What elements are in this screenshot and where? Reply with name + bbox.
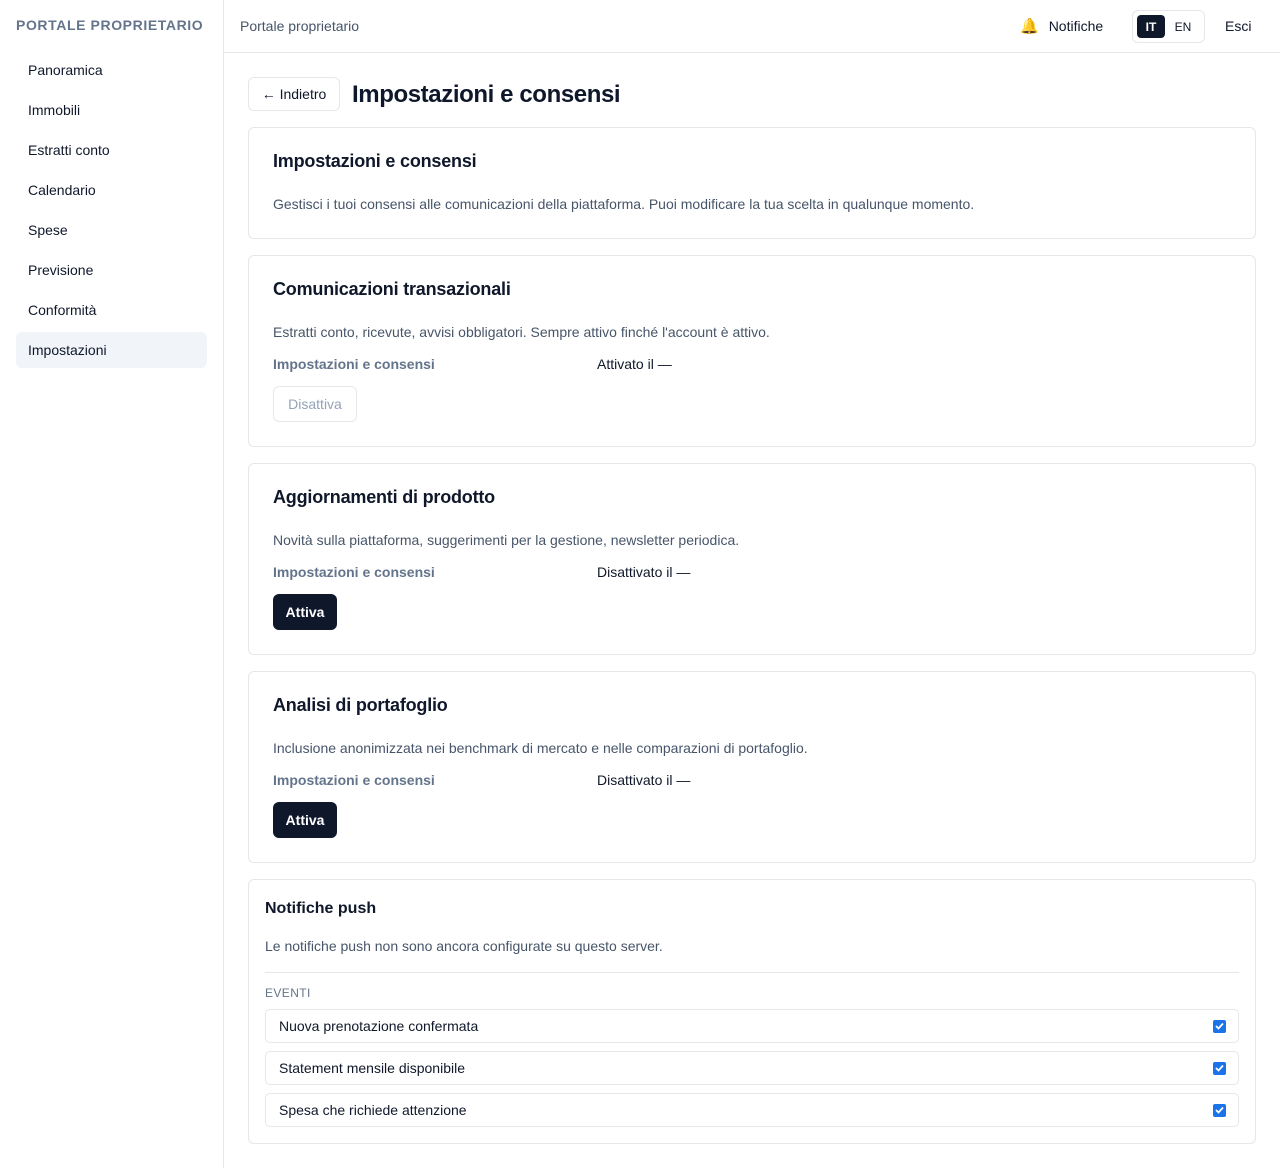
top-header: Portale proprietario 🔔 Notifiche IT EN E… [224,0,1280,53]
sidebar-item-calendario[interactable]: Calendario [16,172,207,208]
events-label: EVENTI [265,986,311,1000]
consent-card-transactional: Comunicazioni transazionali Estratti con… [248,255,1256,447]
consent-row-label: Impostazioni e consensi [273,564,435,580]
language-it-button[interactable]: IT [1137,15,1165,38]
sidebar-item-conformita[interactable]: Conformità [16,292,207,328]
language-en-button[interactable]: EN [1169,15,1197,38]
event-checkbox[interactable] [1213,1019,1226,1033]
activate-button[interactable]: Attiva [273,802,337,838]
sidebar-item-previsione[interactable]: Previsione [16,252,207,288]
check-icon [1215,1022,1224,1030]
event-checkbox[interactable] [1213,1103,1226,1117]
deactivate-button[interactable]: Disattiva [273,386,357,422]
sidebar-item-spese[interactable]: Spese [16,212,207,248]
notifications-label: Notifiche [1048,18,1104,34]
sidebar-item-immobili[interactable]: Immobili [16,92,207,128]
intro-card: Impostazioni e consensi Gestisci i tuoi … [248,127,1256,239]
consent-title: Aggiornamenti di prodotto [273,487,495,507]
sidebar-item-impostazioni[interactable]: Impostazioni [16,332,207,368]
page-title: Impostazioni e consensi [352,81,621,108]
logout-button[interactable]: Esci [1225,18,1251,34]
consent-card-portfolio-analysis: Analisi di portafoglio Inclusione anonim… [248,671,1256,863]
sidebar: PORTALE PROPRIETARIO Panoramica Immobili… [0,0,224,1168]
notifications-button[interactable]: 🔔 Notifiche [1020,14,1103,38]
push-description: Le notifiche push non sono ancora config… [265,938,663,954]
consent-row-label: Impostazioni e consensi [273,356,435,372]
consent-description: Novità sulla piattaforma, suggerimenti p… [273,532,740,548]
consent-status: Disattivato il — [597,564,691,580]
consent-description: Inclusione anonimizzata nei benchmark di… [273,740,808,756]
consent-status: Attivato il — [597,356,672,372]
consent-title: Comunicazioni transazionali [273,279,511,299]
sidebar-item-estratti-conto[interactable]: Estratti conto [16,132,207,168]
check-icon [1215,1064,1224,1072]
event-label: Nuova prenotazione confermata [279,1018,479,1034]
event-row-monthly-statement[interactable]: Statement mensile disponibile [265,1051,1239,1085]
intro-card-title: Impostazioni e consensi [273,151,477,171]
sidebar-nav: Panoramica Immobili Estratti conto Calen… [16,52,207,372]
event-row-expense-attention[interactable]: Spesa che richiede attenzione [265,1093,1239,1127]
event-row-new-booking[interactable]: Nuova prenotazione confermata [265,1009,1239,1043]
consent-description: Estratti conto, ricevute, avvisi obbliga… [273,324,770,340]
header-title: Portale proprietario [240,18,360,34]
consent-title: Analisi di portafoglio [273,695,448,715]
event-label: Statement mensile disponibile [279,1060,465,1076]
divider [265,972,1239,973]
bell-icon: 🔔 [1020,17,1039,35]
check-icon [1215,1106,1224,1114]
intro-card-description: Gestisci i tuoi consensi alle comunicazi… [273,196,975,212]
brand-title: PORTALE PROPRIETARIO [16,17,204,33]
sidebar-item-panoramica[interactable]: Panoramica [16,52,207,88]
activate-button[interactable]: Attiva [273,594,337,630]
consent-row-label: Impostazioni e consensi [273,772,435,788]
consent-status: Disattivato il — [597,772,691,788]
push-notifications-card: Notifiche push Le notifiche push non son… [248,879,1256,1144]
back-button[interactable]: ← Indietro [248,77,340,111]
language-switcher: IT EN [1132,10,1205,43]
consent-card-product-updates: Aggiornamenti di prodotto Novità sulla p… [248,463,1256,655]
event-checkbox[interactable] [1213,1061,1226,1075]
event-label: Spesa che richiede attenzione [279,1102,467,1118]
push-title: Notifiche push [265,900,377,917]
